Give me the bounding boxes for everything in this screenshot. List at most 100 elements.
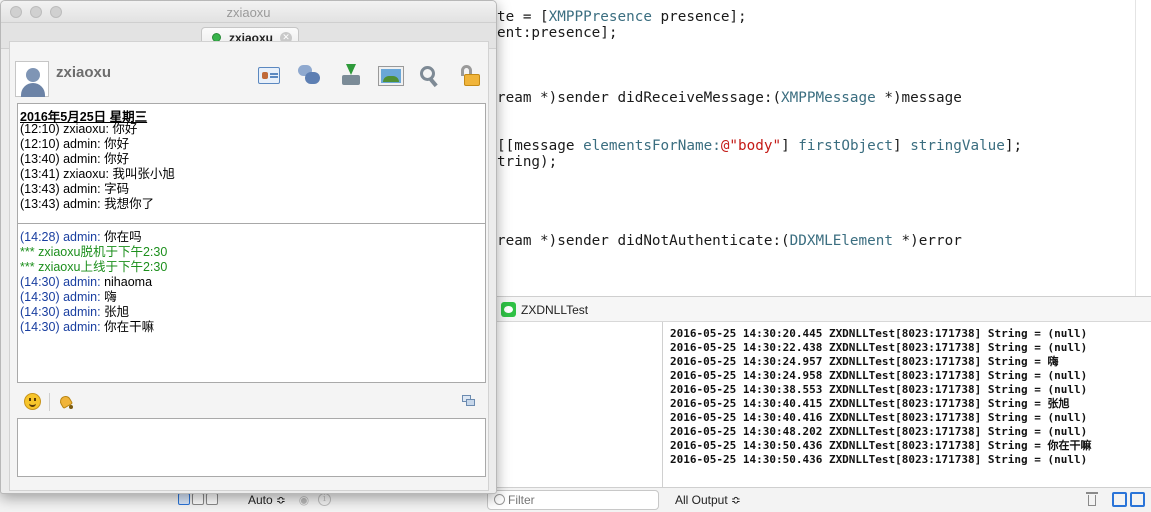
message-text: 我叫张小旭: [108, 167, 175, 181]
message-meta: (13:43) admin:: [20, 197, 101, 211]
message-meta: (13:43) admin:: [20, 182, 101, 196]
console-line: 2016-05-25 14:30:50.436 ZXDNLLTest[8023:…: [670, 439, 1092, 452]
settings-icon[interactable]: [419, 64, 443, 88]
chat-message: (13:41) zxiaoxu: 我叫张小旭: [20, 167, 175, 182]
message-meta: (12:10) admin:: [20, 137, 101, 151]
image-icon[interactable]: [378, 66, 404, 86]
chat-toolbar: [258, 64, 484, 90]
code-token: ream *)sender didNotAuthenticate:(: [497, 233, 790, 249]
code-token: tring);: [497, 154, 558, 170]
message-meta: (14:28) admin:: [20, 230, 101, 244]
window-titlebar: zxiaoxu: [1, 1, 496, 23]
code-token: ream *)sender didReceiveMessage:(: [497, 90, 782, 106]
auto-select[interactable]: Auto ≎: [248, 493, 286, 507]
message-meta: (14:30) admin:: [20, 290, 101, 304]
console-line: 2016-05-25 14:30:20.445 ZXDNLLTest[8023:…: [670, 327, 1088, 340]
chat-message: (13:43) admin: 我想你了: [20, 197, 154, 212]
bell-icon[interactable]: [57, 393, 75, 410]
filter-input[interactable]: [508, 493, 653, 507]
chat-message: (14:30) admin: 嗨: [20, 290, 117, 305]
debug-area-header: ZXDNLLTest: [497, 296, 1151, 322]
history-divider: [18, 223, 485, 224]
debug-app-name: ZXDNLLTest: [521, 303, 589, 317]
layout-buttons: [1112, 492, 1145, 507]
chat-message: (14:30) admin: 张旭: [20, 305, 129, 320]
console-line: 2016-05-25 14:30:40.416 ZXDNLLTest[8023:…: [670, 411, 1088, 424]
code-line: ent:presence];: [497, 24, 618, 42]
code-token: ]: [781, 138, 799, 154]
console-line: 2016-05-25 14:30:24.957 ZXDNLLTest[8023:…: [670, 355, 1059, 368]
message-text: 张旭: [100, 305, 130, 319]
filter-field[interactable]: [487, 490, 659, 510]
window-title: zxiaoxu: [226, 5, 271, 20]
variables-pane[interactable]: [497, 322, 663, 487]
message-meta: (12:10) zxiaoxu:: [20, 122, 109, 136]
output-select[interactable]: All Output ≎: [675, 493, 741, 507]
message-meta: *** zxiaoxu脱机于下午2:30: [20, 245, 168, 259]
info-icon[interactable]: i: [318, 493, 331, 506]
console-line: 2016-05-25 14:30:24.958 ZXDNLLTest[8023:…: [670, 369, 1088, 382]
console-output[interactable]: 2016-05-25 14:30:20.445 ZXDNLLTest[8023:…: [664, 322, 1151, 487]
toggle-split-view[interactable]: [192, 493, 204, 505]
chat-message: (13:40) admin: 你好: [20, 152, 129, 167]
emoji-icon[interactable]: [24, 393, 41, 410]
console-line: 2016-05-25 14:30:50.436 ZXDNLLTest[8023:…: [670, 453, 1088, 466]
code-token: @"body": [720, 138, 782, 154]
code-line: tring);: [497, 153, 557, 171]
code-token: ent:presence];: [497, 25, 618, 41]
code-token: ]: [892, 138, 911, 154]
code-token: ];: [1004, 138, 1023, 154]
toolbar-separator: [49, 393, 50, 411]
code-token: XMPPMessage: [781, 90, 876, 106]
eye-icon[interactable]: ◉: [297, 493, 311, 507]
message-text: 嗨: [100, 290, 117, 304]
message-text: 你好: [100, 137, 130, 151]
code-token: te = [: [497, 9, 549, 25]
message-text: 你好: [108, 122, 138, 136]
lock-icon[interactable]: [458, 64, 482, 88]
message-meta: *** zxiaoxu上线于下午2:30: [20, 260, 168, 274]
console-line: 2016-05-25 14:30:38.553 ZXDNLLTest[8023:…: [670, 383, 1088, 396]
chat-message: (14:30) admin: nihaoma: [20, 275, 152, 290]
chat-transcript[interactable]: 2016年5月25日 星期三 (12:10) zxiaoxu: 你好 (12:10…: [17, 103, 486, 383]
trash-icon[interactable]: [1086, 492, 1098, 506]
chat-message: (12:10) zxiaoxu: 你好: [20, 122, 137, 137]
message-meta: (13:41) zxiaoxu:: [20, 167, 109, 181]
chat-window: zxiaoxu zxiaoxu ✕ zxiaoxu 2016年5月25日 星期三…: [0, 0, 497, 494]
toggle-variables-view[interactable]: [178, 493, 190, 505]
message-text: 字码: [100, 182, 130, 196]
download-icon[interactable]: [339, 64, 363, 88]
user-avatar-icon[interactable]: [15, 61, 49, 97]
message-text: nihaoma: [100, 275, 153, 289]
chat-message: (14:28) admin: 你在吗: [20, 230, 142, 245]
message-input[interactable]: [17, 418, 486, 477]
code-token: firstObject: [798, 138, 893, 154]
code-line: ream *)sender didNotAuthenticate:(DDXMLE…: [497, 232, 962, 250]
filter-icon: [494, 494, 505, 505]
message-meta: (14:30) admin:: [20, 275, 101, 289]
view-toggles: [178, 493, 218, 505]
code-token: [[message: [497, 138, 584, 154]
code-line: [[message elementsForName:@"body"] first…: [497, 137, 1022, 155]
console-line: 2016-05-25 14:30:40.415 ZXDNLLTest[8023:…: [670, 397, 1070, 410]
message-text: 我想你了: [100, 197, 155, 211]
code-token: elementsForName:: [583, 138, 721, 154]
code-token: stringValue: [910, 138, 1005, 154]
message-meta: (14:30) admin:: [20, 305, 101, 319]
contact-card-icon[interactable]: [258, 67, 280, 84]
hide-left-pane-button[interactable]: [1112, 492, 1127, 507]
hide-right-pane-button[interactable]: [1130, 492, 1145, 507]
message-text: 你好: [100, 152, 130, 166]
chat-bubbles-icon[interactable]: [298, 64, 322, 88]
toggle-console-view[interactable]: [206, 493, 218, 505]
code-token: presence];: [651, 9, 747, 25]
screen-share-icon[interactable]: [462, 395, 475, 406]
chat-message: (13:43) admin: 字码: [20, 182, 129, 197]
code-line: ream *)sender didReceiveMessage:(XMPPMes…: [497, 89, 962, 107]
chat-message: (14:30) admin: 你在干嘛: [20, 320, 154, 335]
message-meta: (14:30) admin:: [20, 320, 101, 334]
editor-scroll-edge: [1135, 0, 1136, 296]
code-token: DDXMLElement: [789, 233, 893, 249]
app-icon: [501, 302, 516, 317]
contact-name: zxiaoxu: [56, 64, 112, 81]
